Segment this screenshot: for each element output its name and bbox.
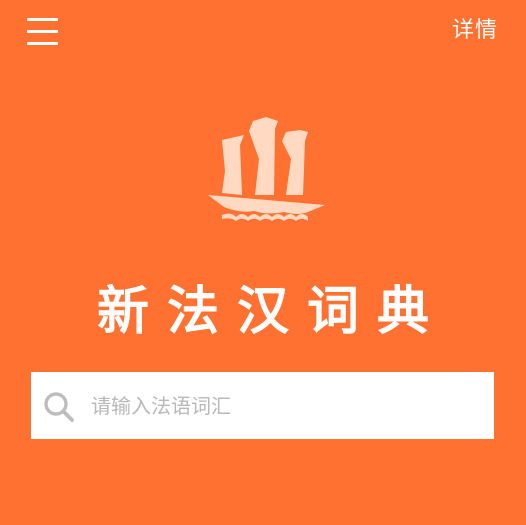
sailing-ship-icon: [208, 117, 325, 221]
details-link[interactable]: 详情: [452, 16, 498, 46]
menu-button[interactable]: [22, 14, 62, 50]
app-screen: 详情 新法汉词典: [0, 0, 526, 525]
hamburger-menu-icon-bar: [27, 30, 58, 33]
search-icon[interactable]: [43, 391, 75, 423]
search-input[interactable]: [91, 372, 486, 439]
search-bar[interactable]: [31, 372, 494, 439]
hamburger-menu-icon: [27, 18, 58, 21]
hamburger-menu-icon-bar: [27, 42, 58, 45]
app-title: 新法汉词典: [96, 281, 447, 342]
